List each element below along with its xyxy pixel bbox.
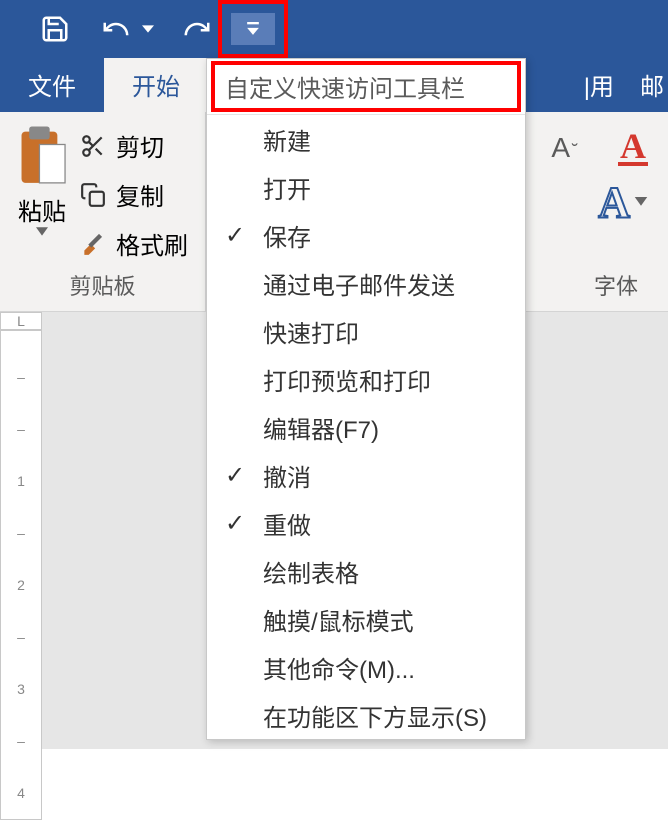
- qat-menu-item[interactable]: 快速打印: [207, 307, 525, 355]
- qat-menu-item-label: 重做: [263, 506, 515, 541]
- copy-icon: [80, 182, 106, 208]
- ruler-tick: –: [17, 611, 25, 663]
- paste-dropdown-icon: [36, 227, 48, 237]
- qat-menu-item-label: 编辑器(F7): [263, 410, 515, 445]
- qat-menu-item-label: 撤消: [263, 458, 515, 493]
- qat-menu-item[interactable]: ✓重做: [207, 499, 525, 547]
- scissors-icon: [80, 133, 106, 159]
- vertical-ruler: – – 1 – 2 – 3 – 4: [0, 330, 42, 820]
- check-icon: ✓: [225, 221, 263, 250]
- text-effects-dropdown-icon: [634, 197, 648, 207]
- copy-label: 复制: [116, 177, 164, 212]
- save-icon[interactable]: [40, 14, 70, 44]
- tab-file[interactable]: 文件: [0, 57, 104, 112]
- undo-dropdown-icon[interactable]: [142, 23, 154, 35]
- ruler-corner: L: [0, 312, 42, 330]
- qat-menu-item-label: 快速打印: [263, 314, 515, 349]
- tab-mailings-partial[interactable]: 邮: [622, 57, 668, 112]
- qat-menu-item[interactable]: 打印预览和打印: [207, 355, 525, 403]
- font-size-indicator[interactable]: A˘: [551, 132, 578, 164]
- qat-menu-item-label: 绘制表格: [263, 554, 515, 589]
- qat-menu-item[interactable]: 触摸/鼠标模式: [207, 595, 525, 643]
- qat-customize-menu: 自定义快速访问工具栏 新建打开✓保存通过电子邮件发送快速打印打印预览和打印编辑器…: [206, 58, 526, 740]
- qat-menu-item-label: 保存: [263, 218, 515, 253]
- format-painter-button[interactable]: 格式刷: [80, 226, 188, 261]
- ruler-tick: 1: [17, 455, 25, 507]
- clipboard-group-label: 剪贴板: [16, 263, 189, 307]
- qat-menu-item-label: 其他命令(M)...: [263, 650, 515, 685]
- quick-access-toolbar: [0, 0, 668, 58]
- tab-home[interactable]: 开始: [104, 57, 208, 112]
- font-color-button[interactable]: A: [618, 130, 648, 166]
- format-painter-label: 格式刷: [116, 226, 188, 261]
- ruler-tick: –: [17, 715, 25, 767]
- qat-menu-item[interactable]: 在功能区下方显示(S): [207, 691, 525, 739]
- paste-icon: [16, 124, 68, 188]
- ruler-tick: 4: [17, 767, 25, 819]
- ruler-tick: –: [17, 403, 25, 455]
- qat-customize-highlight: [218, 0, 288, 58]
- qat-menu-item[interactable]: 新建: [207, 115, 525, 163]
- qat-menu-item[interactable]: ✓撤消: [207, 451, 525, 499]
- cut-button[interactable]: 剪切: [80, 128, 188, 163]
- qat-menu-item-label: 新建: [263, 122, 515, 157]
- text-effects-button[interactable]: A: [598, 177, 630, 228]
- check-icon: ✓: [225, 509, 263, 538]
- qat-menu-item[interactable]: ✓保存: [207, 211, 525, 259]
- ruler-tick: –: [17, 507, 25, 559]
- clipboard-group: 粘贴 剪切 复制 格式刷 剪贴板: [0, 112, 206, 311]
- redo-icon[interactable]: [182, 14, 212, 44]
- qat-customize-button[interactable]: [231, 13, 275, 45]
- qat-menu-item[interactable]: 其他命令(M)...: [207, 643, 525, 691]
- undo-icon[interactable]: [98, 14, 134, 44]
- qat-menu-item-label: 打开: [263, 170, 515, 205]
- check-icon: ✓: [225, 461, 263, 490]
- qat-menu-item-label: 在功能区下方显示(S): [263, 698, 515, 733]
- tab-references-partial[interactable]: |用: [576, 57, 622, 112]
- copy-button[interactable]: 复制: [80, 177, 188, 212]
- ruler-tick: –: [17, 351, 25, 403]
- paste-label: 粘贴: [18, 192, 66, 227]
- qat-menu-item[interactable]: 绘制表格: [207, 547, 525, 595]
- qat-menu-item[interactable]: 通过电子邮件发送: [207, 259, 525, 307]
- qat-menu-item[interactable]: 编辑器(F7): [207, 403, 525, 451]
- qat-menu-item-label: 触摸/鼠标模式: [263, 602, 515, 637]
- brush-icon: [80, 231, 106, 257]
- qat-menu-header: 自定义快速访问工具栏: [207, 59, 525, 115]
- ruler-tick: 2: [17, 559, 25, 611]
- qat-menu-item[interactable]: 打开: [207, 163, 525, 211]
- qat-menu-item-label: 打印预览和打印: [263, 362, 515, 397]
- ruler-tick: 3: [17, 663, 25, 715]
- qat-menu-item-label: 通过电子邮件发送: [263, 266, 515, 301]
- paste-button[interactable]: 粘贴: [16, 124, 68, 263]
- cut-label: 剪切: [116, 128, 164, 163]
